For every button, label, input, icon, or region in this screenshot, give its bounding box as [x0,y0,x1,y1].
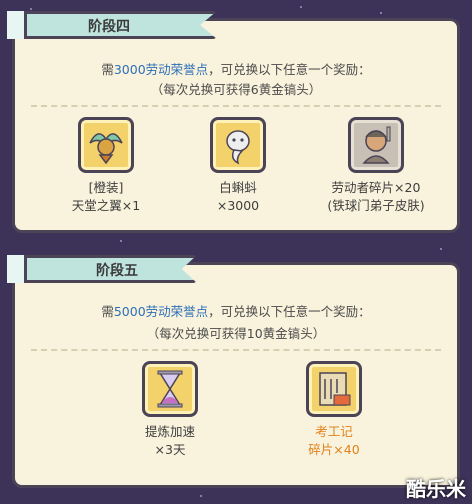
reward-refine-speedup[interactable]: 提炼加速 ×3天 [105,361,235,459]
reward-kaogongji-fragments[interactable]: 考工记 碎片×40 [269,361,399,459]
reward-amount: 碎片×40 [308,442,360,457]
watermark: 酷乐米 [406,477,466,501]
hourglass-icon [142,361,198,417]
stage-5-banner: 阶段五 [7,255,197,283]
stage-4-banner: 阶段四 [7,11,217,39]
stage-5-requirement: 需5000劳动荣誉点，可兑换以下任意一个奖励： [101,304,371,319]
reward-amount: ×3天 [154,442,186,457]
reward-amount: 天堂之翼×1 [71,198,141,213]
white-tadpole-icon [210,117,266,173]
stage-4-panel: 阶段四 需3000劳动荣誉点，可兑换以下任意一个奖励： （每次兑换可获得6黄金镐… [7,11,460,233]
reward-label: 考工记 [315,424,353,439]
reward-amount: (铁球门弟子皮肤) [327,198,425,213]
divider [31,105,441,107]
reward-white-tadpole[interactable]: 白蝌蚪 ×3000 [173,117,303,215]
reward-worker-fragments[interactable]: 劳动者碎片×20 (铁球门弟子皮肤) [311,117,441,215]
reward-label: [橙装] [88,180,124,195]
worker-portrait-icon [348,117,404,173]
reward-heaven-wings[interactable]: [橙装] 天堂之翼×1 [41,117,171,215]
stage-4-subtitle: （每次兑换可获得6黄金镐头） [150,82,322,97]
stage-5-subtitle: （每次兑换可获得10黄金镐头） [146,326,326,341]
reward-amount: ×3000 [216,198,260,213]
divider [31,349,441,351]
stage-5-title: 阶段五 [96,263,138,279]
reward-label: 白蝌蚪 [219,180,257,195]
stage-4-requirement: 需3000劳动荣誉点，可兑换以下任意一个奖励： [101,62,371,77]
reward-label: 劳动者碎片×20 [331,180,421,195]
winged-helmet-icon [78,117,134,173]
scroll-book-icon [306,361,362,417]
stage-5-panel: 阶段五 需5000劳动荣誉点，可兑换以下任意一个奖励： （每次兑换可获得10黄金… [7,255,460,488]
stage-4-title: 阶段四 [88,19,130,35]
reward-label: 提炼加速 [144,424,195,439]
